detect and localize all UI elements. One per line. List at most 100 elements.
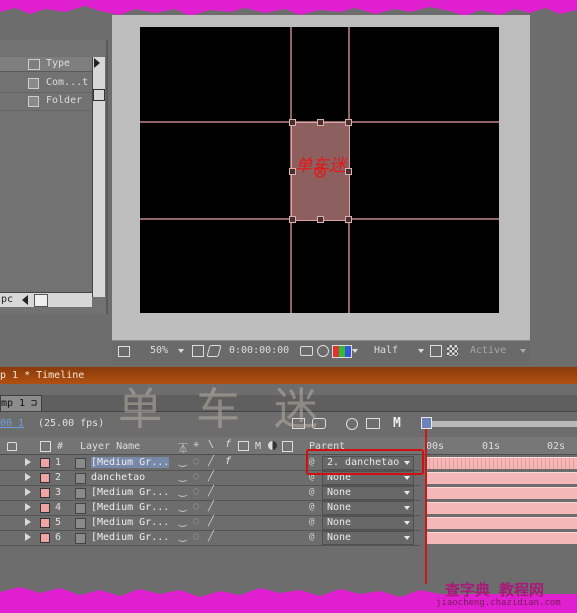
resolution-dropdown[interactable]: Half bbox=[374, 345, 398, 356]
current-time-readout[interactable]: 00 1 bbox=[0, 418, 24, 429]
layer-label-color[interactable] bbox=[40, 518, 50, 528]
expand-triangle-icon[interactable] bbox=[25, 533, 31, 541]
quality-switch[interactable]: ╱ bbox=[208, 456, 214, 467]
camera-chevron-down-icon[interactable] bbox=[520, 349, 526, 353]
quality-switch[interactable]: ╱ bbox=[208, 531, 214, 542]
effect-switch[interactable]: f bbox=[225, 456, 231, 467]
tab-composition[interactable]: mp 1 ⊐ bbox=[0, 395, 42, 411]
scroll-left-arrow[interactable] bbox=[22, 295, 28, 305]
flowchart-icon[interactable] bbox=[93, 89, 105, 101]
layer-duration-bar[interactable] bbox=[426, 502, 577, 514]
expand-triangle-icon[interactable] bbox=[25, 473, 31, 481]
layer-name-header[interactable]: Layer Name bbox=[80, 441, 140, 452]
layer-label-color[interactable] bbox=[40, 533, 50, 543]
quality-switch-icon[interactable]: \ bbox=[208, 439, 214, 450]
quality-switch[interactable]: ╱ bbox=[208, 501, 214, 512]
frame-blend-switch-icon[interactable] bbox=[238, 441, 249, 451]
scroll-thumb[interactable] bbox=[34, 294, 48, 307]
layer-duration-bar[interactable] bbox=[426, 487, 577, 499]
zoom-dropdown[interactable]: 50% bbox=[150, 345, 168, 356]
collapse-switch[interactable]: ◌ bbox=[193, 456, 199, 467]
layer-duration-bar[interactable] bbox=[426, 457, 577, 469]
safe-zones-icon[interactable] bbox=[192, 345, 204, 357]
scroll-right-arrow[interactable] bbox=[94, 58, 100, 68]
layer-duration-bar[interactable] bbox=[426, 517, 577, 529]
pick-whip-icon[interactable]: @ bbox=[309, 517, 314, 527]
current-time-display[interactable]: 0:00:00:00 bbox=[229, 345, 289, 356]
mask-shape-icon[interactable] bbox=[206, 345, 222, 357]
transform-handle[interactable] bbox=[345, 168, 352, 175]
shy-switch[interactable]: ⏝ bbox=[178, 516, 188, 527]
layer-duration-bar[interactable] bbox=[426, 532, 577, 544]
layer-label-color[interactable] bbox=[40, 503, 50, 513]
pick-whip-icon[interactable]: @ bbox=[309, 487, 314, 497]
layer-duration-bar[interactable] bbox=[426, 472, 577, 484]
layer-name[interactable]: [Medium Gr... bbox=[91, 457, 170, 468]
3d-layer-switch-icon[interactable] bbox=[282, 441, 293, 452]
pick-whip-icon[interactable]: @ bbox=[309, 532, 314, 542]
parent-dropdown[interactable]: None bbox=[322, 531, 414, 545]
transform-handle[interactable] bbox=[289, 216, 296, 223]
collapse-switch[interactable]: ◌ bbox=[193, 516, 199, 527]
layer-row[interactable]: 6 [Medium Gr... ⏝ ◌ ╱ @ None bbox=[0, 530, 420, 546]
shy-switch[interactable]: ⏝ bbox=[178, 471, 188, 482]
layer-label-color[interactable] bbox=[40, 488, 50, 498]
project-item-composition[interactable]: Com...t bbox=[0, 75, 92, 93]
show-snapshot-icon[interactable] bbox=[317, 345, 329, 357]
bit-depth-label[interactable]: pc bbox=[1, 294, 13, 305]
layer-name[interactable]: danchetao bbox=[91, 472, 145, 483]
frame-blending-icon[interactable] bbox=[366, 418, 380, 429]
quality-switch[interactable]: ╱ bbox=[208, 486, 214, 497]
project-vertical-scrollbar[interactable] bbox=[92, 57, 105, 297]
shy-switch[interactable]: ⏝ bbox=[178, 501, 188, 512]
pick-whip-icon[interactable]: @ bbox=[309, 502, 314, 512]
project-horizontal-scrollbar[interactable]: pc bbox=[0, 292, 92, 307]
layer-name[interactable]: [Medium Gr... bbox=[91, 487, 169, 498]
shy-switch[interactable]: ⏝ bbox=[178, 486, 188, 497]
channels-icon[interactable] bbox=[332, 345, 352, 358]
transparency-grid-icon[interactable] bbox=[447, 345, 458, 356]
collapse-switch[interactable]: ◌ bbox=[193, 486, 199, 497]
work-area-bar[interactable] bbox=[430, 421, 577, 427]
expand-triangle-icon[interactable] bbox=[25, 488, 31, 496]
expand-triangle-icon[interactable] bbox=[25, 503, 31, 511]
transform-handle[interactable] bbox=[317, 119, 324, 126]
effect-switch-icon[interactable]: f bbox=[225, 439, 231, 450]
motion-blur-header[interactable]: M bbox=[255, 441, 261, 452]
layer-name[interactable]: [Medium Gr... bbox=[91, 502, 169, 513]
collapse-switch[interactable]: ◌ bbox=[193, 531, 199, 542]
layer-label-color[interactable] bbox=[40, 458, 50, 468]
shy-switch[interactable]: ⏝ bbox=[178, 531, 188, 542]
always-preview-icon[interactable] bbox=[118, 346, 130, 357]
transform-handle[interactable] bbox=[289, 119, 296, 126]
collapse-switch[interactable]: ◌ bbox=[193, 471, 199, 482]
layer-name[interactable]: [Medium Gr... bbox=[91, 517, 169, 528]
quality-switch[interactable]: ╱ bbox=[208, 516, 214, 527]
parent-dropdown[interactable]: None bbox=[322, 501, 414, 515]
adjustment-switch-icon[interactable] bbox=[268, 441, 277, 450]
transform-handle[interactable] bbox=[345, 216, 352, 223]
type-column-label[interactable]: Type bbox=[46, 58, 70, 69]
layer-row[interactable]: 3 [Medium Gr... ⏝ ◌ ╱ @ None bbox=[0, 485, 420, 501]
active-camera-dropdown[interactable]: Active bbox=[470, 345, 506, 356]
shy-switch-icon[interactable]: ⏄ bbox=[178, 440, 188, 455]
expand-triangle-icon[interactable] bbox=[25, 518, 31, 526]
project-item-folder[interactable]: Folder bbox=[0, 93, 92, 111]
layer-row[interactable]: 4 [Medium Gr... ⏝ ◌ ╱ @ None bbox=[0, 500, 420, 516]
time-ruler[interactable]: 00s 01s 02s bbox=[420, 437, 577, 454]
snapshot-icon[interactable] bbox=[300, 346, 313, 356]
transform-handle[interactable] bbox=[345, 119, 352, 126]
region-of-interest-icon[interactable] bbox=[430, 345, 442, 357]
tab-close-icon[interactable]: ⊐ bbox=[31, 398, 37, 409]
zoom-chevron-down-icon[interactable] bbox=[178, 349, 184, 353]
layer-row[interactable]: 5 [Medium Gr... ⏝ ◌ ╱ @ None bbox=[0, 515, 420, 531]
expand-triangle-icon[interactable] bbox=[25, 458, 31, 466]
current-time-indicator-head[interactable] bbox=[421, 417, 432, 429]
parent-dropdown[interactable]: None bbox=[322, 516, 414, 530]
transform-handle[interactable] bbox=[317, 216, 324, 223]
transform-handle[interactable] bbox=[289, 168, 296, 175]
layer-number-header[interactable]: # bbox=[57, 441, 63, 452]
motion-blur-button[interactable]: M bbox=[393, 416, 401, 431]
parent-dropdown[interactable]: None bbox=[322, 486, 414, 500]
quality-switch[interactable]: ╱ bbox=[208, 471, 214, 482]
